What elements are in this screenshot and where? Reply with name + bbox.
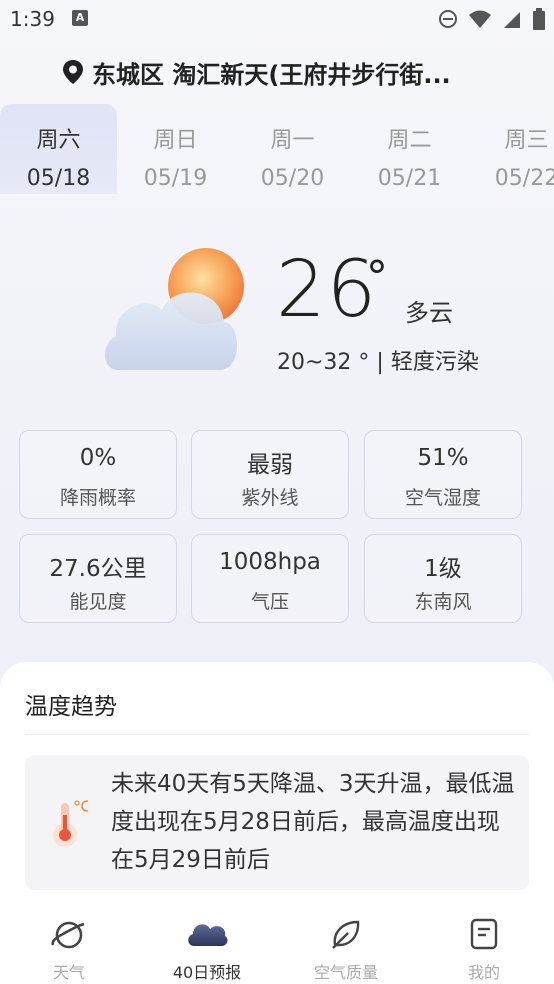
notification-a-icon: A bbox=[72, 10, 88, 26]
nav-label: 我的 bbox=[467, 963, 500, 982]
weather-condition: 多云 bbox=[405, 299, 453, 327]
panel-title: 温度趋势 bbox=[25, 694, 117, 720]
stat-label: 东南风 bbox=[414, 591, 472, 613]
nav-label: 40日预报 bbox=[172, 963, 242, 982]
stat-card-pressure: 1008hpa 气压 bbox=[191, 534, 349, 623]
stat-card-humidity: 51% 空气湿度 bbox=[364, 430, 522, 519]
day-tab-3[interactable]: 周一 05/20 bbox=[234, 104, 351, 194]
location-text: 东城区 淘汇新天(王府井步行街... bbox=[92, 60, 451, 89]
day-name: 周三 bbox=[504, 128, 549, 153]
stat-value: 最弱 bbox=[247, 452, 293, 478]
battery-icon bbox=[533, 8, 545, 30]
trend-text: 未来40天有5天降温、3天升温，最低温度出现在5月28日前后，最高温度出现在5月… bbox=[111, 771, 515, 873]
nav-label: 天气 bbox=[52, 963, 85, 982]
stat-label: 能见度 bbox=[69, 591, 127, 613]
stat-value: 1008hpa bbox=[219, 549, 321, 575]
stat-value: 27.6公里 bbox=[49, 556, 147, 582]
degree-symbol: ° bbox=[366, 252, 388, 303]
day-tab-4[interactable]: 周二 05/21 bbox=[351, 104, 468, 194]
day-date: 05/19 bbox=[143, 166, 208, 191]
thermometer-icon bbox=[53, 800, 89, 847]
day-date: 05/21 bbox=[377, 166, 442, 191]
day-name: 周一 bbox=[270, 128, 315, 153]
nav-air-quality[interactable]: 空气质量 bbox=[277, 904, 415, 984]
profile-card-icon bbox=[470, 918, 498, 950]
temperature-range: 20~32 ° | 轻度污染 bbox=[277, 350, 479, 375]
location-header[interactable]: 东城区 淘汇新天(王府井步行街... bbox=[62, 55, 451, 89]
day-date: 05/22 bbox=[494, 166, 554, 191]
stat-card-uv: 最弱 紫外线 bbox=[191, 430, 349, 519]
day-name: 周二 bbox=[387, 128, 432, 153]
divider bbox=[25, 734, 529, 735]
stat-card-visibility: 27.6公里 能见度 bbox=[19, 534, 177, 623]
leaf-icon bbox=[332, 920, 360, 949]
signal-icon bbox=[504, 12, 520, 28]
nav-40day[interactable]: 40日预报 bbox=[138, 904, 276, 984]
stat-value: 1级 bbox=[424, 556, 462, 582]
day-name: 周六 bbox=[36, 128, 81, 153]
status-time: 1:39 bbox=[10, 7, 55, 31]
stat-label: 紫外线 bbox=[241, 487, 299, 509]
day-tab-1[interactable]: 周六 05/18 bbox=[0, 104, 117, 194]
day-date: 05/20 bbox=[260, 166, 325, 191]
stat-value: 0% bbox=[79, 445, 117, 471]
stat-label: 空气湿度 bbox=[404, 487, 481, 509]
status-bar: 1:39 A bbox=[0, 0, 554, 38]
day-tab-5[interactable]: 周三 05/22 bbox=[468, 104, 554, 194]
cloud-icon bbox=[188, 924, 228, 946]
stat-label: 降雨概率 bbox=[59, 487, 136, 509]
stat-value: 51% bbox=[417, 445, 469, 471]
day-tab-2[interactable]: 周日 05/19 bbox=[117, 104, 234, 194]
wifi-icon bbox=[469, 10, 491, 28]
trend-summary-card: 未来40天有5天降温、3天升温，最低温度出现在5月28日前后，最高温度出现在5月… bbox=[25, 755, 529, 890]
day-name: 周日 bbox=[153, 128, 198, 153]
nav-weather[interactable]: 天气 bbox=[0, 904, 138, 984]
day-date: 05/18 bbox=[26, 166, 91, 191]
do-not-disturb-icon bbox=[439, 10, 457, 28]
current-temperature: 26 bbox=[276, 245, 378, 335]
nav-mine[interactable]: 我的 bbox=[415, 904, 553, 984]
location-pin-icon bbox=[63, 60, 83, 84]
nav-label: 空气质量 bbox=[313, 963, 378, 982]
status-icons bbox=[438, 8, 546, 30]
bottom-nav: 天气 40日预报 空气质量 我的 bbox=[0, 904, 554, 984]
partly-cloudy-icon bbox=[104, 248, 244, 370]
stat-label: 气压 bbox=[250, 591, 289, 613]
stat-card-wind: 1级 东南风 bbox=[364, 534, 522, 623]
day-tabs: 周六 05/18 周日 05/19 周一 05/20 周二 05/21 周三 0… bbox=[0, 104, 554, 194]
planet-icon bbox=[51, 921, 85, 949]
stat-card-rain: 0% 降雨概率 bbox=[19, 430, 177, 519]
